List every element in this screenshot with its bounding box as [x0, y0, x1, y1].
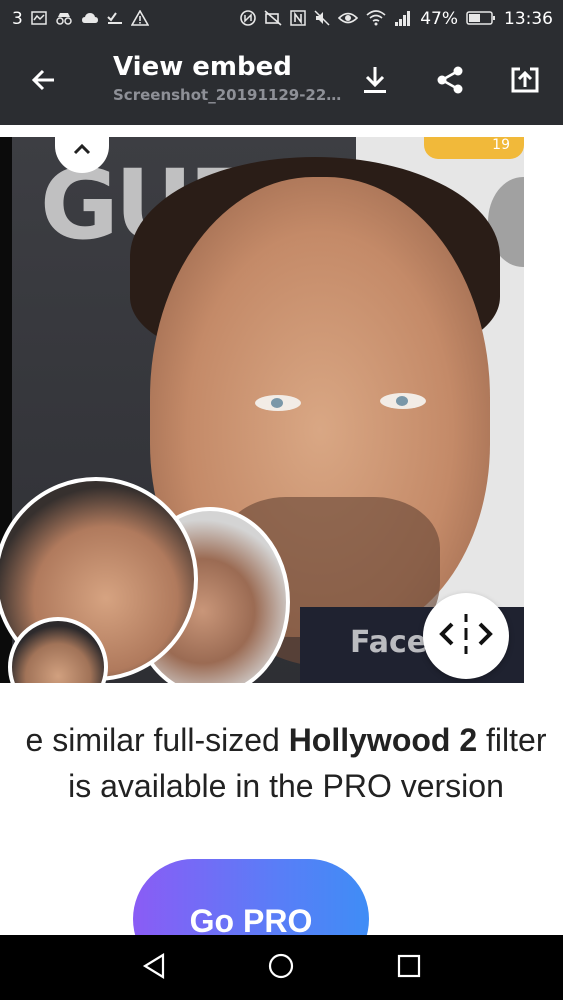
battery-percent: 47%	[420, 9, 458, 29]
coin-badge: 19	[424, 137, 524, 159]
download-icon	[362, 65, 388, 99]
portrait-eye-right	[380, 393, 426, 409]
title-block: View embed Screenshot_20191129-22...	[113, 52, 343, 104]
nav-home-button[interactable]	[261, 948, 301, 988]
back-button[interactable]	[24, 62, 64, 102]
system-nav-bar	[0, 935, 563, 1000]
caption-suffix: filter	[477, 722, 547, 758]
incognito-icon	[55, 11, 73, 28]
promo-caption: e similar full-sized Hollywood 2 filter …	[0, 717, 563, 809]
compare-slider-button[interactable]	[423, 593, 509, 679]
download-button[interactable]	[355, 62, 395, 102]
clock: 13:36	[504, 9, 553, 29]
status-right: 47% 13:36	[240, 9, 553, 29]
chevron-up-icon	[72, 141, 92, 160]
nfc-icon	[240, 9, 257, 29]
mute-icon	[314, 9, 330, 29]
caption-line-1: e similar full-sized Hollywood 2 filter	[0, 717, 563, 763]
nav-recents-button[interactable]	[389, 948, 429, 988]
back-arrow-icon	[30, 66, 58, 98]
open-external-icon	[510, 66, 540, 98]
open-external-button[interactable]	[505, 62, 545, 102]
cloud-icon	[81, 11, 99, 28]
no-camera-icon	[264, 9, 282, 29]
activity-icon	[31, 10, 47, 28]
share-button[interactable]	[430, 62, 470, 102]
eye-icon	[338, 11, 359, 28]
share-icon	[435, 65, 465, 99]
battery-icon	[466, 10, 496, 29]
caption-line-2: is available in the PRO version	[68, 768, 504, 804]
warning-icon	[130, 8, 150, 29]
caption-prefix: e similar full-sized	[25, 722, 289, 758]
embedded-image[interactable]: GUE 19 Face	[0, 137, 524, 683]
n-icon	[290, 9, 306, 29]
screen: 3 47% 13:36 View embed Screenshot_201911…	[0, 0, 563, 1000]
status-left: 3	[12, 8, 150, 29]
nav-recents-icon	[396, 953, 422, 983]
wifi-icon	[366, 9, 386, 29]
app-bar: View embed Screenshot_20191129-22...	[0, 38, 563, 125]
nav-back-button[interactable]	[134, 948, 174, 988]
status-bar: 3 47% 13:36	[0, 0, 563, 38]
portrait-eye-left	[255, 395, 301, 411]
page-title: View embed	[113, 52, 292, 82]
content-area: GUE 19 Face e similar full-sized Hollywo…	[0, 125, 563, 935]
watermark-text: Face	[350, 625, 428, 660]
nav-home-icon	[267, 952, 295, 984]
caption-filter-name: Hollywood 2	[288, 722, 478, 758]
nav-back-icon	[141, 952, 167, 984]
signal-icon	[394, 10, 412, 29]
checklist-icon	[107, 11, 123, 28]
go-pro-button[interactable]: Go PRO	[133, 859, 369, 935]
compare-arrows-icon	[438, 610, 494, 662]
file-name: Screenshot_20191129-22...	[113, 86, 343, 104]
notification-count: 3	[12, 9, 23, 29]
